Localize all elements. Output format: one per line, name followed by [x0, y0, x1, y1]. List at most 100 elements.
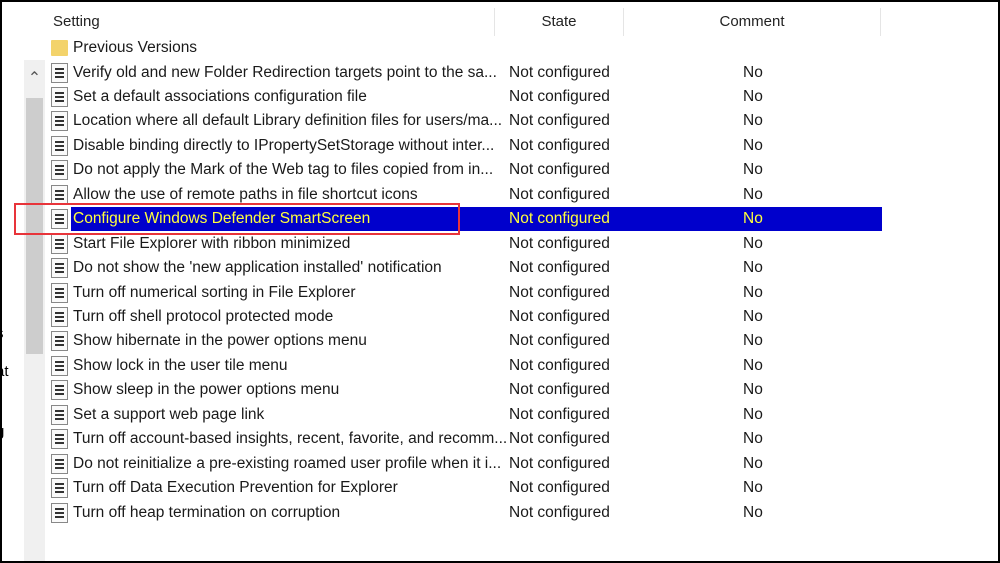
setting-name: Location where all default Library defin…: [73, 112, 503, 130]
setting-state: Not configured: [509, 283, 610, 301]
table-row[interactable]: Turn off shell protocol protected mode N…: [46, 305, 882, 329]
setting-name: Turn off numerical sorting in File Explo…: [73, 283, 356, 301]
policy-setting-icon: [51, 135, 68, 156]
policy-setting-icon: [51, 453, 68, 474]
table-row[interactable]: Show hibernate in the power options menu…: [46, 329, 882, 353]
setting-comment: No: [743, 136, 763, 154]
policy-setting-icon: [51, 478, 68, 499]
setting-comment: No: [743, 185, 763, 203]
setting-comment: No: [743, 430, 763, 448]
table-row[interactable]: Show sleep in the power options menu Not…: [46, 378, 882, 402]
column-header: Setting State Comment: [46, 8, 882, 36]
table-row[interactable]: Turn off account-based insights, recent,…: [46, 427, 882, 451]
column-header-setting[interactable]: Setting: [46, 8, 495, 36]
scroll-up-arrow-icon[interactable]: ⌃: [24, 68, 45, 92]
setting-comment: No: [743, 63, 763, 81]
setting-state: Not configured: [509, 479, 610, 497]
setting-state: Not configured: [509, 112, 610, 130]
setting-name: Set a support web page link: [73, 405, 265, 423]
setting-name: Do not show the 'new application install…: [73, 259, 442, 277]
setting-comment: No: [743, 234, 763, 252]
setting-name: Previous Versions: [73, 39, 198, 56]
setting-comment: No: [743, 454, 763, 472]
setting-comment: No: [743, 283, 763, 301]
setting-comment: No: [743, 381, 763, 399]
table-row[interactable]: Do not apply the Mark of the Web tag to …: [46, 158, 882, 182]
table-row[interactable]: Do not reinitialize a pre-existing roame…: [46, 452, 882, 476]
setting-name: Do not apply the Mark of the Web tag to …: [73, 161, 494, 179]
setting-state: Not configured: [509, 259, 610, 277]
setting-comment: No: [743, 210, 763, 228]
table-row[interactable]: Set a default associations configuration…: [46, 85, 882, 109]
setting-state: Not configured: [509, 454, 610, 472]
setting-name: Start File Explorer with ribbon minimize…: [73, 234, 351, 252]
policy-setting-icon: [51, 86, 68, 107]
vertical-scrollbar[interactable]: ⌃: [24, 60, 45, 563]
setting-state: Not configured: [509, 136, 610, 154]
policy-setting-icon: [51, 282, 68, 303]
setting-state: Not configured: [509, 405, 610, 423]
left-pane-fragment: g: [0, 423, 5, 440]
table-row[interactable]: Show lock in the user tile menu Not conf…: [46, 354, 882, 378]
setting-name: Turn off account-based insights, recent,…: [73, 430, 508, 448]
left-pane-fragment: s: [0, 325, 4, 342]
setting-comment: No: [743, 87, 763, 105]
policy-setting-icon: [51, 502, 68, 523]
setting-comment: No: [743, 259, 763, 277]
setting-comment: No: [743, 356, 763, 374]
setting-state: Not configured: [509, 356, 610, 374]
column-header-comment[interactable]: Comment: [624, 8, 881, 36]
policy-setting-icon: [51, 184, 68, 205]
setting-state: Not configured: [509, 430, 610, 448]
table-row[interactable]: Verify old and new Folder Redirection ta…: [46, 61, 882, 85]
setting-state: Not configured: [509, 63, 610, 81]
left-tree-pane: s at g: [0, 0, 22, 563]
setting-state: Not configured: [509, 210, 610, 228]
table-row[interactable]: Turn off heap termination on corruption …: [46, 501, 882, 525]
left-pane-fragment: at: [0, 363, 9, 380]
policy-setting-icon: [51, 111, 68, 132]
setting-name: Show sleep in the power options menu: [73, 381, 340, 399]
setting-comment: No: [743, 112, 763, 130]
setting-state: Not configured: [509, 308, 610, 325]
policy-setting-icon: [51, 429, 68, 450]
setting-comment: No: [743, 161, 763, 179]
setting-name: Turn off heap termination on corruption: [73, 503, 341, 521]
setting-state: Not configured: [509, 381, 610, 399]
folder-icon: [51, 40, 68, 56]
policy-setting-icon: [51, 233, 68, 254]
table-row[interactable]: Turn off Data Execution Prevention for E…: [46, 476, 882, 500]
setting-state: Not configured: [509, 503, 610, 521]
setting-comment: No: [743, 308, 763, 325]
policy-setting-icon: [51, 331, 68, 352]
setting-comment: No: [743, 332, 763, 350]
setting-state: Not configured: [509, 87, 610, 105]
setting-comment: No: [743, 479, 763, 497]
setting-name: Turn off shell protocol protected mode: [73, 308, 334, 325]
setting-comment: No: [743, 503, 763, 521]
column-header-state[interactable]: State: [495, 8, 624, 36]
table-row[interactable]: Location where all default Library defin…: [46, 109, 882, 133]
setting-comment: No: [743, 405, 763, 423]
setting-name: Show hibernate in the power options menu: [73, 332, 367, 350]
table-row[interactable]: Set a support web page link Not configur…: [46, 403, 882, 427]
policy-setting-icon: [51, 307, 68, 327]
policy-setting-icon: [51, 404, 68, 425]
table-row[interactable]: Turn off numerical sorting in File Explo…: [46, 281, 882, 305]
setting-name: Verify old and new Folder Redirection ta…: [73, 63, 497, 81]
table-row[interactable]: Start File Explorer with ribbon minimize…: [46, 232, 882, 256]
folder-previous-versions[interactable]: Previous Versions: [46, 36, 882, 60]
table-row[interactable]: Disable binding directly to IPropertySet…: [46, 134, 882, 158]
policy-setting-icon: [51, 258, 68, 279]
table-row[interactable]: Do not show the 'new application install…: [46, 256, 882, 280]
policy-setting-icon: [51, 62, 68, 83]
setting-state: Not configured: [509, 332, 610, 350]
setting-state: Not configured: [509, 234, 610, 252]
policy-setting-icon: [51, 160, 68, 181]
setting-state: Not configured: [509, 161, 610, 179]
setting-name: Turn off Data Execution Prevention for E…: [73, 479, 398, 497]
setting-name: Set a default associations configuration…: [73, 87, 367, 105]
setting-state: Not configured: [509, 185, 610, 203]
highlight-annotation-box: [14, 203, 460, 235]
setting-name: Do not reinitialize a pre-existing roame…: [73, 454, 502, 472]
